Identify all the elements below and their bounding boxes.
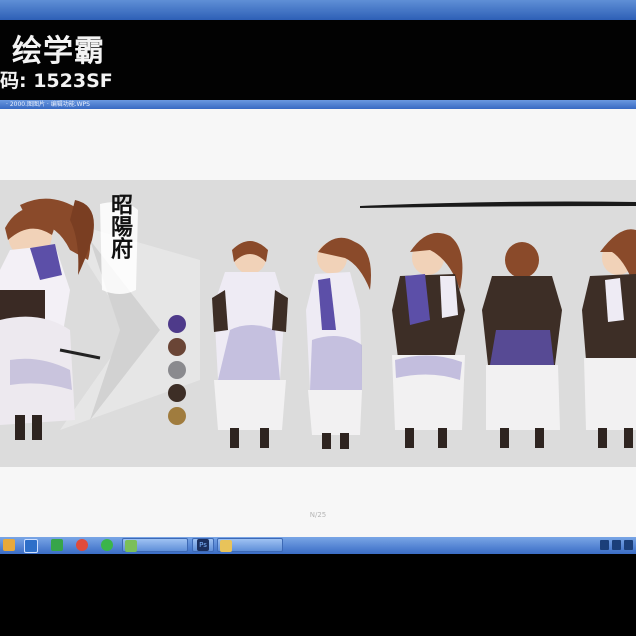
palette-swatch xyxy=(168,315,186,333)
image-viewer-task[interactable] xyxy=(122,538,188,552)
camera-icon[interactable] xyxy=(76,539,88,551)
character-artwork: 昭陽府 xyxy=(0,180,636,467)
palette-swatch xyxy=(168,361,186,379)
folder-icon[interactable] xyxy=(3,539,15,551)
tray-icon[interactable] xyxy=(612,540,621,550)
tray-icon[interactable] xyxy=(624,540,633,550)
letterbox-bottom xyxy=(0,554,636,636)
palette-swatch xyxy=(168,384,186,402)
character-reference-sheet: 昭陽府 xyxy=(0,180,636,467)
folder-task-icon xyxy=(220,540,232,552)
palette-swatch xyxy=(168,407,186,425)
document-workspace: 昭陽府 N/25 xyxy=(0,109,636,537)
brand-code: 码: 1523SF xyxy=(0,70,113,92)
photoshop-task[interactable]: Ps xyxy=(192,538,214,552)
photoshop-icon: Ps xyxy=(197,539,209,551)
explorer-icon[interactable] xyxy=(24,539,38,553)
qq-icon[interactable] xyxy=(51,539,63,551)
palette-swatch xyxy=(168,338,186,356)
chat-icon[interactable] xyxy=(101,539,113,551)
taskbar: Ps xyxy=(0,537,636,554)
page-number: N/25 xyxy=(309,511,327,519)
image-viewer-icon xyxy=(125,540,137,552)
window-frame-top xyxy=(0,0,636,20)
folder-task[interactable] xyxy=(217,538,283,552)
app-titlebar[interactable]: · 2000.图图片 · 编辑功能.WPS xyxy=(0,100,636,109)
brand-title: 绘学霸 xyxy=(12,34,105,69)
vertical-caption: 昭陽府 xyxy=(107,193,133,260)
tray-icon[interactable] xyxy=(600,540,609,550)
watermark-banner: 绘学霸 码: 1523SF xyxy=(0,20,636,100)
app-title: · 2000.图图片 · 编辑功能.WPS xyxy=(6,101,90,108)
